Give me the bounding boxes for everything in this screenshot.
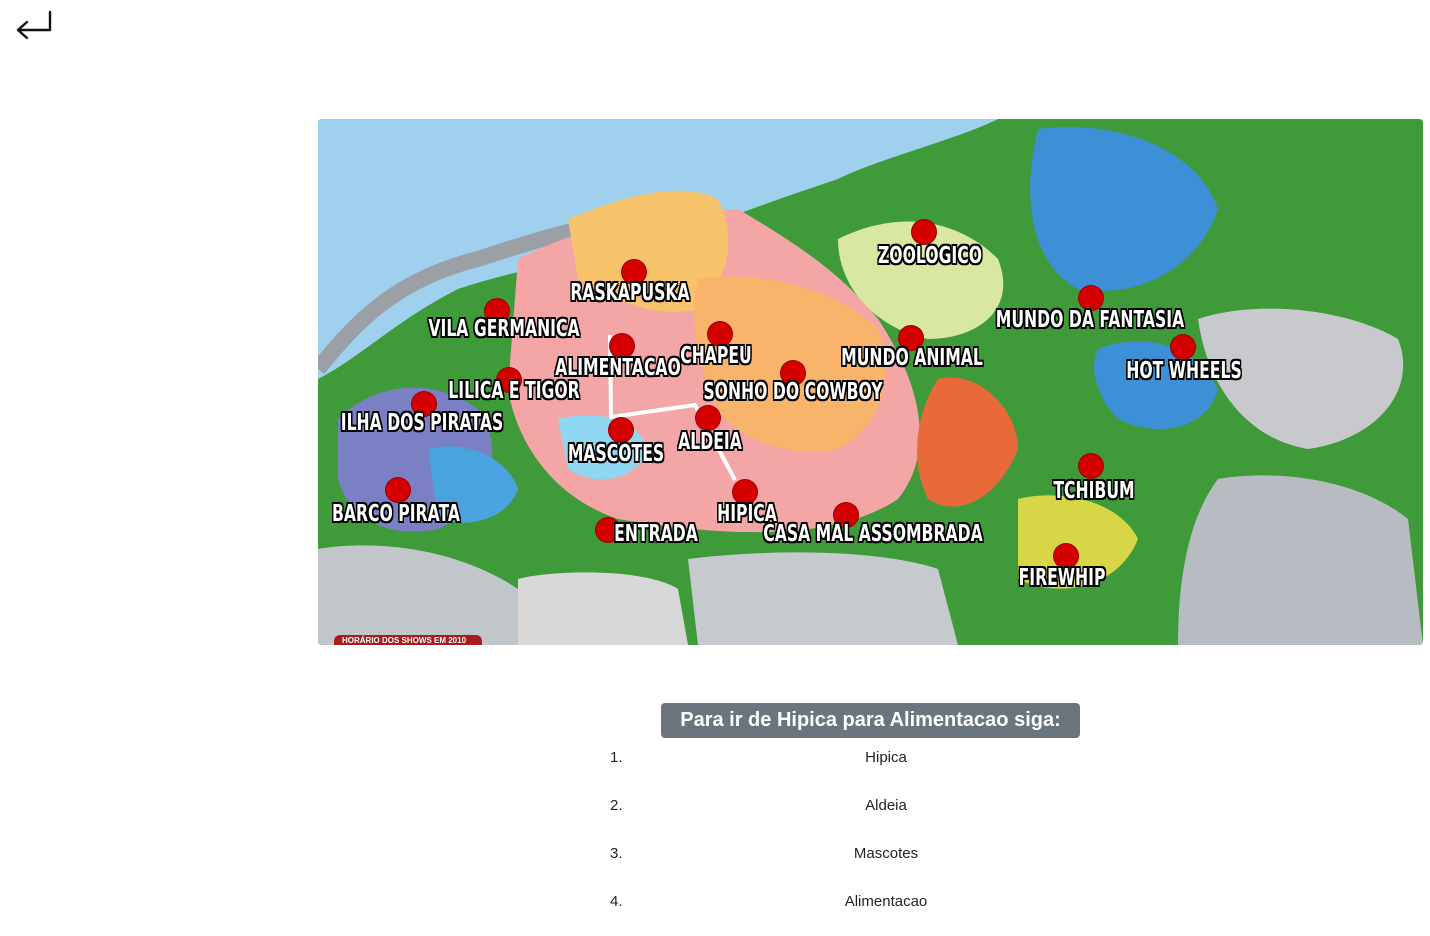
step-number: 3. [610, 845, 623, 862]
label-mundo-da-fantasia: MUNDO DA FANTASIA [995, 307, 1185, 333]
return-arrow-icon [16, 10, 52, 40]
label-ilha-dos-piratas: ILHA DOS PIRATAS [340, 410, 504, 436]
label-barco-pirata: BARCO PIRATA [331, 501, 461, 527]
label-firewhip: FIREWHIP [1018, 565, 1106, 591]
route-step: 2. Aldeia [600, 792, 1172, 840]
label-chapeu: CHAPEU [680, 343, 752, 369]
label-tchibum: TCHIBUM [1053, 478, 1135, 504]
route-step: 1. Hipica [600, 744, 1172, 792]
marker-aldeia[interactable] [696, 406, 720, 430]
route-steps: 1. Hipica 2. Aldeia 3. Mascotes 4. Alimentac… [600, 744, 1172, 936]
label-raskapuska: RASKAPUSKA [570, 280, 690, 306]
label-aldeia: ALDEIA [678, 429, 742, 455]
label-sonho-do-cowboy: SONHO DO COWBOY [703, 379, 883, 405]
step-name: Mascotes [853, 845, 919, 862]
marker-mascotes[interactable] [609, 418, 633, 442]
label-hot-wheels: HOT WHEELS [1126, 358, 1242, 384]
shows-banner: HORÁRIO DOS SHOWS EM 2010 [334, 635, 482, 645]
step-number: 4. [610, 893, 623, 910]
label-mascotes: MASCOTES [567, 441, 665, 467]
step-number: 1. [610, 749, 623, 766]
label-mundo-animal: MUNDO ANIMAL [841, 345, 983, 371]
step-name: Aldeia [865, 797, 907, 814]
marker-barco-pirata[interactable] [386, 478, 410, 502]
route-step: 3. Mascotes [600, 840, 1172, 888]
label-casa-mal-assombrada: CASA MAL ASSOMBRADA [763, 521, 983, 547]
marker-tchibum[interactable] [1079, 454, 1103, 478]
route-step: 4. Alimentacao [600, 888, 1172, 936]
label-entrada: ENTRADA [614, 521, 698, 547]
step-name: Hipica [865, 749, 907, 766]
label-zoologico: ZOOLOGICO [877, 243, 983, 269]
marker-hot-wheels[interactable] [1171, 335, 1195, 359]
marker-zoologico[interactable] [912, 220, 936, 244]
back-button[interactable] [14, 10, 54, 42]
label-vila-germanica: VILA GERMANICA [428, 316, 580, 342]
step-number: 2. [610, 797, 623, 814]
park-map[interactable]: ZOOLOGICO RASKAPUSKA VILA GERMANICA MUND… [318, 119, 1423, 645]
route-heading: Para ir de Hipica para Alimentacao siga: [661, 703, 1080, 738]
step-name: Alimentacao [844, 893, 928, 910]
label-lilica-e-tigor: LILICA E TIGOR [448, 378, 580, 404]
